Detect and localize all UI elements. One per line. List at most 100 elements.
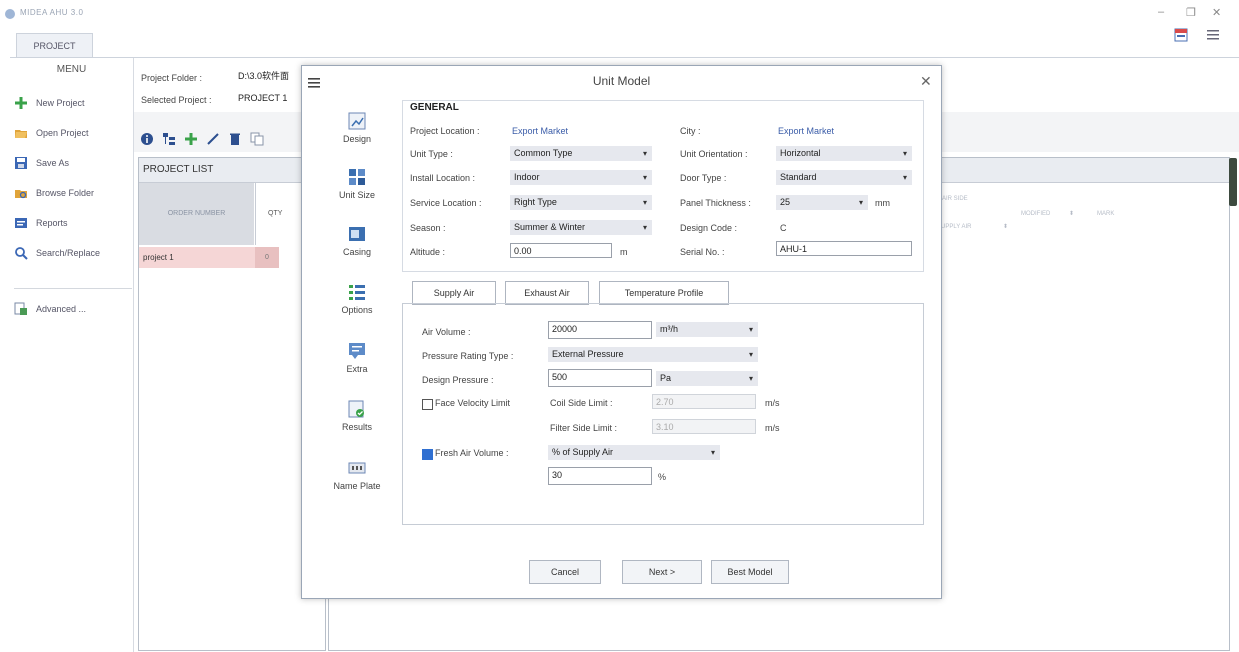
menu-item-new-project[interactable]: New Project — [14, 92, 132, 114]
project-location-link[interactable]: Export Market — [512, 126, 568, 136]
menu-item-browse-folder[interactable]: Browse Folder — [14, 182, 132, 204]
name-plate-icon — [348, 459, 366, 477]
restore-button[interactable]: ❐ — [1186, 6, 1196, 19]
tab-temperature-profile[interactable]: Temperature Profile — [599, 281, 729, 305]
fresh-air-label: Fresh Air Volume : — [435, 448, 509, 458]
next-button[interactable]: Next > — [622, 560, 702, 584]
menu-item-save-as[interactable]: Save As — [14, 152, 132, 174]
results-icon — [348, 400, 366, 418]
fresh-air-mode-select[interactable]: % of Supply Air ▾ — [548, 445, 720, 460]
design-pressure-input[interactable]: 500 — [548, 369, 652, 387]
nav-unit-size[interactable]: Unit Size — [330, 168, 384, 200]
delete-icon[interactable] — [228, 132, 242, 146]
nav-label: Name Plate — [333, 481, 381, 491]
menu-title: MENU — [56, 64, 87, 75]
face-velocity-checkbox[interactable] — [422, 399, 433, 410]
info-icon[interactable] — [140, 132, 154, 146]
add-icon[interactable] — [184, 132, 198, 146]
table-row-order[interactable]: project 1 — [139, 247, 255, 268]
nav-label: Design — [342, 134, 371, 144]
filter-side-label: Filter Side Limit : — [550, 423, 618, 433]
nav-design[interactable]: Design — [330, 112, 384, 144]
filter-side-unit: m/s — [765, 423, 780, 433]
coil-side-label: Coil Side Limit : — [550, 398, 613, 408]
coil-side-unit: m/s — [765, 398, 780, 408]
unit-orientation-select[interactable]: Horizontal ▾ — [776, 146, 912, 161]
menu-item-open-project[interactable]: Open Project — [14, 122, 132, 144]
fresh-air-checkbox[interactable] — [422, 449, 433, 460]
list-menu-icon[interactable] — [1206, 28, 1220, 42]
tab-project[interactable]: PROJECT — [16, 33, 93, 58]
layout-icon[interactable] — [1174, 28, 1188, 42]
nav-results[interactable]: Results — [330, 400, 384, 432]
menu-item-label: Browse Folder — [36, 188, 95, 198]
door-type-select[interactable]: Standard ▾ — [776, 170, 912, 185]
altitude-label: Altitude : — [410, 247, 446, 257]
unit-model-dialog: Unit Model ✕ Design Unit Size Casing Opt… — [301, 65, 942, 599]
nav-options[interactable]: Options — [330, 283, 384, 315]
unit-size-icon — [348, 168, 366, 186]
nav-name-plate[interactable]: Name Plate — [330, 459, 384, 491]
nav-extra[interactable]: Extra — [330, 342, 384, 374]
cancel-button[interactable]: Cancel — [529, 560, 601, 584]
copy-icon[interactable] — [250, 132, 264, 146]
fresh-air-input[interactable]: 30 — [548, 467, 652, 485]
save-icon — [14, 156, 28, 170]
face-velocity-label: Face Velocity Limit — [435, 398, 511, 408]
unit-type-select[interactable]: Common Type ▾ — [510, 146, 652, 161]
extra-icon — [348, 342, 366, 360]
menu-item-advanced[interactable]: Advanced ... — [14, 298, 132, 320]
nav-casing[interactable]: Casing — [330, 225, 384, 257]
sort-arrow-icon[interactable]: ⬍ — [1003, 223, 1008, 230]
pressure-rating-select[interactable]: External Pressure ▾ — [548, 347, 758, 362]
options-icon — [348, 283, 366, 301]
nav-label: Options — [341, 305, 373, 315]
tree-icon[interactable] — [162, 132, 176, 146]
fresh-air-unit: % — [658, 472, 667, 482]
column-header-supply-air[interactable]: SUPPLY AIR — [937, 224, 971, 230]
design-code-label: Design Code : — [680, 223, 738, 233]
altitude-input[interactable]: 0.00 — [510, 243, 612, 258]
sort-arrow-icon[interactable]: ⬍ — [1069, 210, 1074, 217]
app-logo-icon — [4, 8, 16, 20]
city-link[interactable]: Export Market — [778, 126, 834, 136]
install-location-select[interactable]: Indoor ▾ — [510, 170, 652, 185]
column-header-mark[interactable]: MARK — [1097, 211, 1114, 217]
filter-side-input[interactable]: 3.10 — [652, 419, 756, 434]
serial-input[interactable]: AHU-1 — [776, 241, 912, 256]
tab-exhaust-air[interactable]: Exhaust Air — [505, 281, 589, 305]
edit-icon[interactable] — [206, 132, 220, 146]
search-icon — [14, 246, 28, 260]
report-icon — [14, 216, 28, 230]
air-volume-unit-select[interactable]: m³/h ▾ — [656, 322, 758, 337]
column-header-order-number[interactable]: ORDER NUMBER — [139, 183, 254, 245]
side-panel-handle[interactable] — [1229, 158, 1237, 206]
install-location-label: Install Location : — [410, 173, 476, 183]
menu-divider — [14, 288, 132, 289]
minimize-button[interactable]: – — [1158, 6, 1164, 18]
season-select[interactable]: Summer & Winter ▾ — [510, 220, 652, 235]
panel-thickness-label: Panel Thickness : — [680, 198, 751, 208]
general-title: GENERAL — [410, 102, 459, 113]
close-window-button[interactable]: ✕ — [1212, 6, 1221, 19]
column-header-air-side: AIR SIDE — [942, 196, 968, 202]
menu-item-reports[interactable]: Reports — [14, 212, 132, 234]
table-row-qty[interactable]: 0 — [255, 247, 279, 268]
tab-supply-air[interactable]: Supply Air — [412, 281, 496, 305]
panel-thickness-select[interactable]: 25 ▾ — [776, 195, 868, 210]
best-model-button[interactable]: Best Model — [711, 560, 789, 584]
design-pressure-unit-select[interactable]: Pa ▾ — [656, 371, 758, 386]
close-icon[interactable]: ✕ — [920, 73, 932, 90]
serial-label: Serial No. : — [680, 247, 725, 257]
nav-label: Results — [341, 422, 372, 432]
nav-label: Extra — [346, 364, 368, 374]
panel-thickness-unit: mm — [875, 198, 890, 208]
air-volume-input[interactable]: 20000 — [548, 321, 652, 339]
coil-side-input[interactable]: 2.70 — [652, 394, 756, 409]
air-volume-label: Air Volume : — [422, 327, 471, 337]
service-location-select[interactable]: Right Type ▾ — [510, 195, 652, 210]
column-header-modified[interactable]: MODIFIED — [1021, 211, 1050, 217]
menu-item-label: Save As — [36, 158, 70, 168]
menu-item-search-replace[interactable]: Search/Replace — [14, 242, 132, 264]
menu-item-label: Search/Replace — [36, 248, 101, 258]
